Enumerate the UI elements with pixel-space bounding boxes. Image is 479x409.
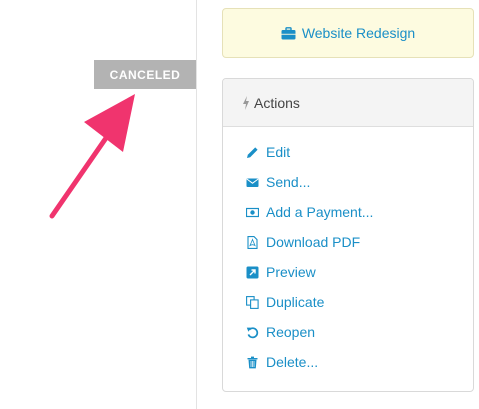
pdf-file-icon bbox=[247, 235, 258, 249]
action-label: Edit bbox=[266, 144, 291, 160]
preview-action[interactable]: Preview bbox=[223, 257, 473, 287]
add-payment-action[interactable]: Add a Payment... bbox=[223, 197, 473, 227]
trash-icon bbox=[247, 356, 258, 368]
envelope-icon bbox=[246, 178, 259, 187]
undo-icon bbox=[246, 326, 259, 338]
project-link[interactable]: Website Redesign bbox=[222, 8, 474, 58]
actions-list: Edit Send... Add a Payment... Download P… bbox=[223, 127, 473, 377]
action-label: Duplicate bbox=[266, 294, 325, 310]
action-label: Reopen bbox=[266, 324, 316, 340]
reopen-action[interactable]: Reopen bbox=[223, 317, 473, 347]
action-label: Download PDF bbox=[266, 234, 361, 250]
actions-title: Actions bbox=[254, 94, 300, 111]
send-action[interactable]: Send... bbox=[223, 167, 473, 197]
money-icon bbox=[246, 207, 259, 217]
action-label: Delete... bbox=[266, 354, 319, 370]
briefcase-icon bbox=[281, 26, 296, 39]
pencil-icon bbox=[247, 146, 258, 158]
duplicate-action[interactable]: Duplicate bbox=[223, 287, 473, 317]
actions-panel: Actions Edit Send... Add a Payment... Do… bbox=[222, 78, 474, 392]
status-badge: CANCELED bbox=[94, 60, 196, 89]
external-link-icon bbox=[246, 266, 259, 278]
action-label: Preview bbox=[266, 264, 316, 280]
download-pdf-action[interactable]: Download PDF bbox=[223, 227, 473, 257]
project-name: Website Redesign bbox=[301, 25, 416, 41]
document-preview: CANCELED bbox=[0, 0, 197, 409]
annotation-arrow-icon bbox=[49, 94, 135, 219]
delete-action[interactable]: Delete... bbox=[223, 347, 473, 377]
action-label: Add a Payment... bbox=[266, 204, 374, 220]
edit-action[interactable]: Edit bbox=[223, 137, 473, 167]
actions-header: Actions bbox=[223, 79, 473, 127]
action-label: Send... bbox=[266, 174, 311, 190]
copy-icon bbox=[246, 295, 259, 309]
lightning-icon bbox=[243, 95, 249, 110]
